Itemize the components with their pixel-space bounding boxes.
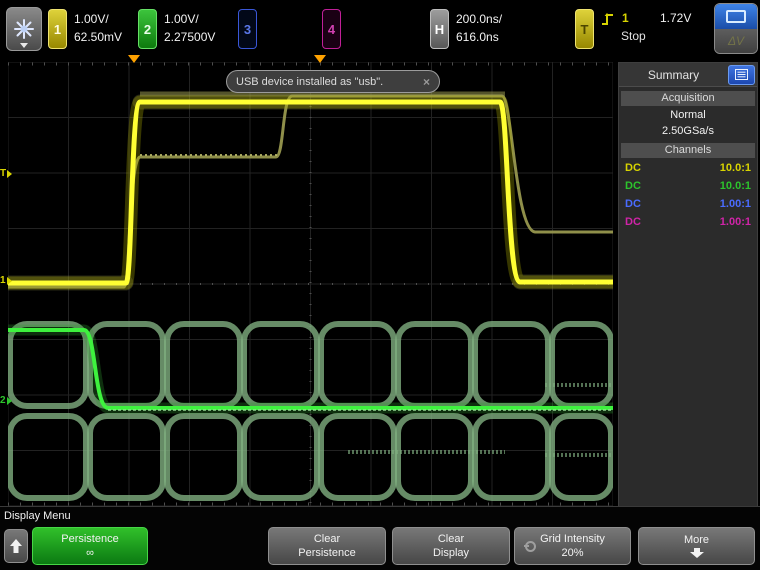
channel-1-ground-marker[interactable]: 1	[0, 275, 12, 286]
channel-3-button[interactable]: 3	[238, 9, 257, 49]
clear-display-button[interactable]: Clear Display	[392, 527, 510, 565]
probe-ratio: 10.0:1	[720, 159, 751, 177]
coupling: DC	[625, 177, 641, 195]
run-status: Stop	[621, 29, 646, 43]
section-acquisition: Acquisition	[621, 91, 755, 106]
channel-1-settings: 1.00V/ 62.50mV	[74, 10, 122, 46]
brightness-icon	[13, 18, 35, 40]
coupling: DC	[625, 159, 641, 177]
waveform-canvas	[8, 62, 613, 506]
horizontal-button[interactable]: H	[430, 9, 449, 49]
channel-3-summary-row: DC 1.00:1	[619, 195, 757, 213]
close-icon[interactable]: ×	[423, 75, 430, 89]
channel-2-summary-row: DC 10.0:1	[619, 177, 757, 195]
summary-sidebar: Summary Acquisition Normal 2.50GSa/s Cha…	[618, 62, 758, 508]
menu-back-button[interactable]	[4, 529, 28, 563]
horizontal-settings: 200.0ns/ 616.0ns	[456, 10, 502, 46]
sidebar-toggle-button[interactable]: ΔV	[714, 3, 758, 54]
probe-ratio: 10.0:1	[720, 177, 751, 195]
trigger-button[interactable]: T	[575, 9, 594, 49]
channel-2-settings: 1.00V/ 2.27500V	[164, 10, 215, 46]
delay-reference-marker[interactable]	[314, 55, 326, 63]
probe-ratio: 1.00:1	[720, 195, 751, 213]
channel-4-button[interactable]: 4	[322, 9, 341, 49]
channel-4-summary-row: DC 1.00:1	[619, 213, 757, 231]
more-button[interactable]: More	[638, 527, 755, 565]
grid-intensity-button[interactable]: Grid Intensity 20%	[514, 527, 631, 565]
menu-title: Display Menu	[4, 510, 71, 522]
arrow-down-icon	[690, 548, 704, 558]
acquisition-mode: Normal	[619, 107, 757, 123]
channel-2-ground-marker[interactable]: 2	[0, 395, 12, 406]
section-channels: Channels	[621, 143, 755, 158]
notification-toast: USB device installed as "usb". ×	[226, 70, 440, 93]
tab-summary[interactable]: Summary	[619, 68, 728, 82]
knob-icon	[525, 541, 536, 552]
rising-edge-icon	[601, 11, 616, 27]
channel-2-button[interactable]: 2	[138, 9, 157, 49]
probe-ratio: 1.00:1	[720, 213, 751, 231]
channel-2-scale: 1.00V/	[164, 10, 215, 28]
trigger-level-marker[interactable]: T	[0, 168, 12, 179]
display-icon	[715, 4, 757, 29]
channel-1-summary-row: DC 10.0:1	[619, 159, 757, 177]
clear-persistence-button[interactable]: Clear Persistence	[268, 527, 386, 565]
waveform-display[interactable]: T 1 2	[8, 62, 613, 506]
trigger-source: 1	[622, 11, 629, 25]
delta-v-icon: ΔV	[715, 29, 757, 54]
arrow-up-icon	[10, 539, 22, 553]
trigger-level: 1.72V	[660, 11, 691, 25]
infinity-icon: ∞	[86, 547, 94, 559]
list-icon	[735, 69, 748, 80]
channel-1-scale: 1.00V/	[74, 10, 122, 28]
coupling: DC	[625, 195, 641, 213]
oscilloscope-screen: 1 1.00V/ 62.50mV 2 1.00V/ 2.27500V 3 4 H…	[0, 0, 760, 570]
chevron-down-icon	[20, 43, 28, 48]
timebase-scale: 200.0ns/	[456, 10, 502, 28]
sidebar-tab-row: Summary	[619, 63, 757, 87]
softkey-menu-bar: Display Menu Persistence ∞ Clear Persist…	[0, 506, 760, 570]
persistence-button[interactable]: Persistence ∞	[32, 527, 148, 565]
channel-1-button[interactable]: 1	[48, 9, 67, 49]
trigger-time-marker[interactable]	[128, 55, 140, 63]
top-status-bar: 1 1.00V/ 62.50mV 2 1.00V/ 2.27500V 3 4 H…	[0, 0, 760, 57]
channel-1-offset: 62.50mV	[74, 28, 122, 46]
sidebar-menu-button[interactable]	[728, 65, 755, 85]
channel-2-offset: 2.27500V	[164, 28, 215, 46]
notification-text: USB device installed as "usb".	[236, 76, 417, 88]
timebase-delay: 616.0ns	[456, 28, 502, 46]
coupling: DC	[625, 213, 641, 231]
intensity-button[interactable]	[6, 7, 42, 51]
sample-rate: 2.50GSa/s	[619, 123, 757, 139]
